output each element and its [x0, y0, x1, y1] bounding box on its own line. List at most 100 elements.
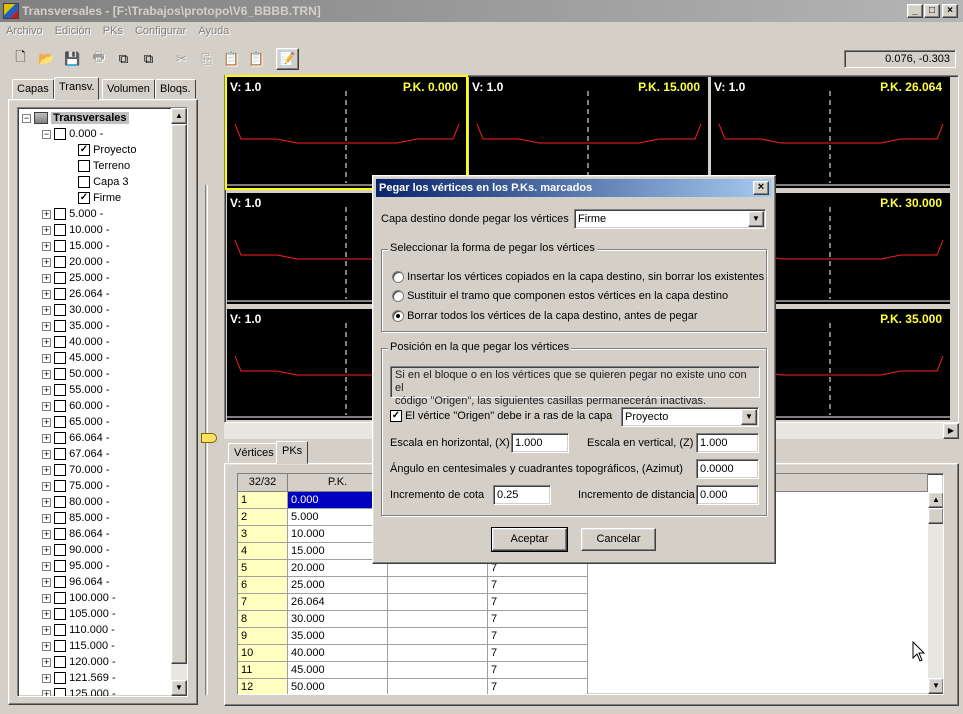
- empty-cell[interactable]: [388, 662, 488, 679]
- cut-icon[interactable]: ✂: [170, 48, 193, 70]
- vertex-count-cell[interactable]: 7: [488, 679, 588, 694]
- tree-checkbox[interactable]: [54, 528, 67, 541]
- scroll-thumb[interactable]: [171, 124, 187, 664]
- radio-indicator[interactable]: [392, 290, 404, 303]
- tab-capas[interactable]: Capas: [12, 79, 54, 99]
- origen-checkbox[interactable]: ✓: [390, 410, 402, 423]
- tree-item-pk[interactable]: + 86.064 -: [42, 526, 110, 542]
- tree-item-pk[interactable]: + 67.064 -: [42, 446, 110, 462]
- expand-icon[interactable]: +: [42, 321, 51, 331]
- tree-item-pk[interactable]: + 40.000 -: [42, 334, 110, 350]
- scroll-right-icon[interactable]: ▶: [943, 423, 959, 439]
- tree-item-pk[interactable]: + 90.000 -: [42, 542, 110, 558]
- pk-cell[interactable]: 40.000: [288, 645, 388, 662]
- scroll-up-icon[interactable]: ▲: [928, 492, 943, 508]
- tree-checkbox[interactable]: [54, 240, 67, 253]
- pk-cell[interactable]: 35.000: [288, 628, 388, 645]
- tree-checkbox[interactable]: [54, 368, 67, 381]
- scroll-down-icon[interactable]: ▼: [171, 680, 187, 696]
- dialog-title-bar[interactable]: Pegar los vértices en los P.Ks. marcados…: [376, 179, 772, 197]
- tree-item-pk[interactable]: + 70.000 -: [42, 462, 110, 478]
- expand-icon[interactable]: +: [42, 209, 51, 219]
- origen-checkbox-row[interactable]: ✓ El vértice "Origen" debe ir a ras de l…: [390, 410, 612, 423]
- empty-cell[interactable]: [388, 679, 488, 694]
- maximize-button[interactable]: □: [924, 4, 940, 18]
- vertex-count-cell[interactable]: 7: [488, 594, 588, 611]
- tree-layer-item[interactable]: Capa 3: [78, 174, 129, 190]
- menu-configurar[interactable]: Configurar: [129, 22, 192, 40]
- tab-bloqs[interactable]: Bloqs.: [155, 79, 196, 99]
- pk-cell[interactable]: 50.000: [288, 679, 388, 694]
- tree-item-pk[interactable]: + 15.000 -: [42, 238, 110, 254]
- scroll-up-icon[interactable]: ▲: [171, 108, 187, 124]
- tree-checkbox[interactable]: [54, 320, 67, 333]
- tree-checkbox[interactable]: [54, 624, 67, 637]
- chevron-down-icon[interactable]: ▼: [748, 211, 764, 227]
- app-icon[interactable]: [3, 3, 19, 19]
- tree-root[interactable]: − Transversales: [22, 110, 129, 126]
- angulo-input[interactable]: 0.0000: [696, 459, 759, 479]
- tab-pks[interactable]: PKs: [276, 441, 309, 464]
- tree-item-pk[interactable]: + 66.064 -: [42, 430, 110, 446]
- expand-icon[interactable]: +: [42, 257, 51, 267]
- tree-checkbox[interactable]: [54, 608, 67, 621]
- tree-checkbox[interactable]: ✓: [78, 192, 90, 205]
- tree-checkbox[interactable]: [54, 496, 67, 509]
- radio-borrar[interactable]: Borrar todos los vértices de la capa des…: [392, 310, 698, 323]
- tree-item-pk[interactable]: + 35.000 -: [42, 318, 110, 334]
- tree-item-pk[interactable]: + 121.569 -: [42, 670, 116, 686]
- expand-icon[interactable]: +: [42, 401, 51, 411]
- collapse-icon[interactable]: −: [42, 129, 51, 139]
- tree-item-pk[interactable]: + 110.000 -: [42, 622, 115, 638]
- tree-checkbox[interactable]: ✓: [78, 144, 90, 157]
- open-icon[interactable]: 📂: [35, 48, 58, 70]
- menu-archivo[interactable]: Archivo: [0, 22, 49, 40]
- tree-item-pk[interactable]: + 100.000 -: [42, 590, 116, 606]
- expand-icon[interactable]: +: [42, 513, 51, 523]
- escala-h-input[interactable]: 1.000: [511, 433, 569, 453]
- close-button[interactable]: ×: [942, 4, 958, 18]
- tree-layer-item[interactable]: ✓ Firme: [78, 190, 121, 206]
- tree-checkbox[interactable]: [54, 672, 67, 685]
- cross-section-viewport[interactable]: V: 1.0 P.K. 26.064: [711, 77, 950, 188]
- vertex-count-cell[interactable]: 7: [488, 662, 588, 679]
- paste-icon[interactable]: 📋: [220, 48, 243, 70]
- vertex-count-cell[interactable]: 7: [488, 645, 588, 662]
- vertex-count-cell[interactable]: 7: [488, 577, 588, 594]
- chevron-down-icon[interactable]: ▼: [741, 409, 757, 425]
- tree-item-pk[interactable]: + 80.000 -: [42, 494, 110, 510]
- new-icon[interactable]: 🗋: [9, 48, 32, 70]
- tree-checkbox[interactable]: [54, 576, 67, 589]
- expand-icon[interactable]: +: [42, 529, 51, 539]
- paste-layer-icon[interactable]: ⧉: [137, 48, 160, 70]
- copy-layer-icon[interactable]: ⧉: [112, 48, 135, 70]
- expand-icon[interactable]: +: [42, 369, 51, 379]
- expand-icon[interactable]: +: [42, 465, 51, 475]
- tree-checkbox[interactable]: [54, 512, 67, 525]
- save-icon[interactable]: 💾: [61, 48, 84, 70]
- tree-checkbox[interactable]: [54, 640, 67, 653]
- expand-icon[interactable]: +: [42, 657, 51, 667]
- tree-checkbox[interactable]: [78, 176, 90, 189]
- tree-item-pk[interactable]: + 10.000 -: [42, 222, 110, 238]
- tree-checkbox[interactable]: [54, 128, 67, 141]
- origen-layer-select[interactable]: Proyecto ▼: [621, 407, 759, 427]
- minimize-button[interactable]: _: [907, 4, 923, 18]
- tree-checkbox[interactable]: [54, 464, 67, 477]
- tree-item-pk[interactable]: + 75.000 -: [42, 478, 110, 494]
- empty-cell[interactable]: [388, 611, 488, 628]
- pk-cell[interactable]: 26.064: [288, 594, 388, 611]
- tree-item-pk[interactable]: + 115.000 -: [42, 638, 115, 654]
- pk-cell[interactable]: 45.000: [288, 662, 388, 679]
- tree-layer-item[interactable]: ✓ Proyecto: [78, 142, 136, 158]
- tree-item-pk[interactable]: + 85.000 -: [42, 510, 110, 526]
- tree-checkbox[interactable]: [54, 480, 67, 493]
- empty-cell[interactable]: [388, 628, 488, 645]
- expand-icon[interactable]: +: [42, 305, 51, 315]
- tree-item-pk[interactable]: + 26.064 -: [42, 286, 110, 302]
- tree-checkbox[interactable]: [54, 592, 67, 605]
- tree-checkbox[interactable]: [54, 272, 67, 285]
- tree-checkbox[interactable]: [54, 208, 67, 221]
- expand-icon[interactable]: +: [42, 417, 51, 427]
- tree-scrollbar[interactable]: ▲ ▼: [171, 108, 187, 696]
